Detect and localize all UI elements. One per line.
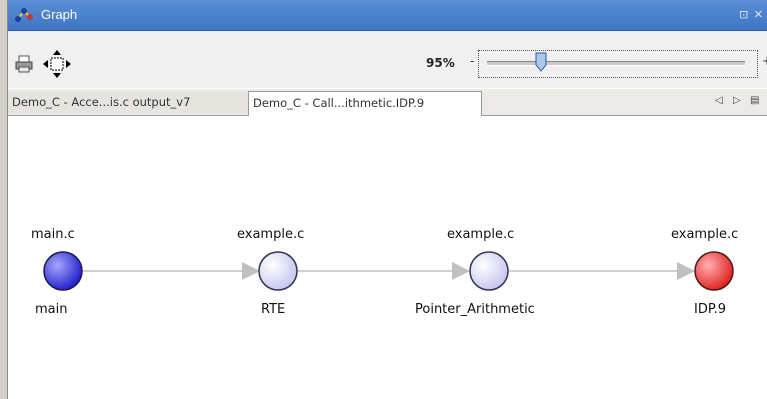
tab-scroll-right-icon[interactable]: ▷ bbox=[733, 95, 741, 106]
node-pointer-file: example.c bbox=[447, 227, 515, 242]
graph-icon bbox=[15, 8, 33, 22]
window-controls[interactable]: ⊡ ✕ bbox=[739, 8, 764, 21]
arrow-icon bbox=[677, 262, 695, 280]
node-idp9-label: IDP.9 bbox=[694, 302, 727, 317]
zoom-plus[interactable]: + bbox=[762, 54, 767, 68]
window-title: Graph bbox=[41, 7, 78, 22]
printer-icon[interactable] bbox=[14, 55, 34, 73]
zoom-slider-track[interactable] bbox=[487, 61, 745, 66]
zoom-slider-thumb[interactable] bbox=[535, 52, 547, 72]
title-bar[interactable]: Graph ⊡ ✕ bbox=[8, 0, 767, 31]
tab-list-menu-icon[interactable]: ▤ bbox=[750, 95, 759, 106]
node-rte-file: example.c bbox=[237, 227, 305, 242]
zoom-value: 95% bbox=[426, 56, 455, 70]
node-main[interactable] bbox=[43, 251, 83, 291]
node-rte-label: RTE bbox=[261, 302, 286, 317]
tab-call-graph[interactable]: Demo_C - Call...ithmetic.IDP.9 bbox=[248, 91, 482, 116]
zoom-minus[interactable]: - bbox=[470, 54, 474, 68]
tab-accessibility-output[interactable]: Demo_C - Acce...is.c output_v7 bbox=[8, 92, 253, 113]
toolbar: 95% - + bbox=[8, 31, 767, 88]
move-arrows-icon[interactable] bbox=[42, 49, 72, 79]
tab-bar: Demo_C - Acce...is.c output_v7 Demo_C - … bbox=[8, 89, 767, 116]
tab-scroll-left-icon[interactable]: ◁ bbox=[715, 95, 723, 106]
node-idp9-file: example.c bbox=[671, 227, 739, 242]
node-rte[interactable] bbox=[258, 251, 298, 291]
graph-window: Graph ⊡ ✕ 95% - + Demo_C - Acce...is.c o… bbox=[7, 0, 767, 399]
zoom-slider[interactable] bbox=[478, 50, 758, 78]
node-main-file: main.c bbox=[31, 227, 75, 242]
node-pointer-arithmetic[interactable] bbox=[469, 251, 509, 291]
arrow-icon bbox=[242, 262, 260, 280]
node-main-label: main bbox=[35, 302, 68, 317]
node-pointer-label: Pointer_Arithmetic bbox=[415, 302, 535, 317]
node-idp9[interactable] bbox=[694, 251, 734, 291]
arrow-icon bbox=[452, 262, 470, 280]
graph-canvas[interactable]: main.c main example.c RTE example.c Poin… bbox=[8, 116, 767, 399]
graph-svg bbox=[43, 251, 734, 291]
